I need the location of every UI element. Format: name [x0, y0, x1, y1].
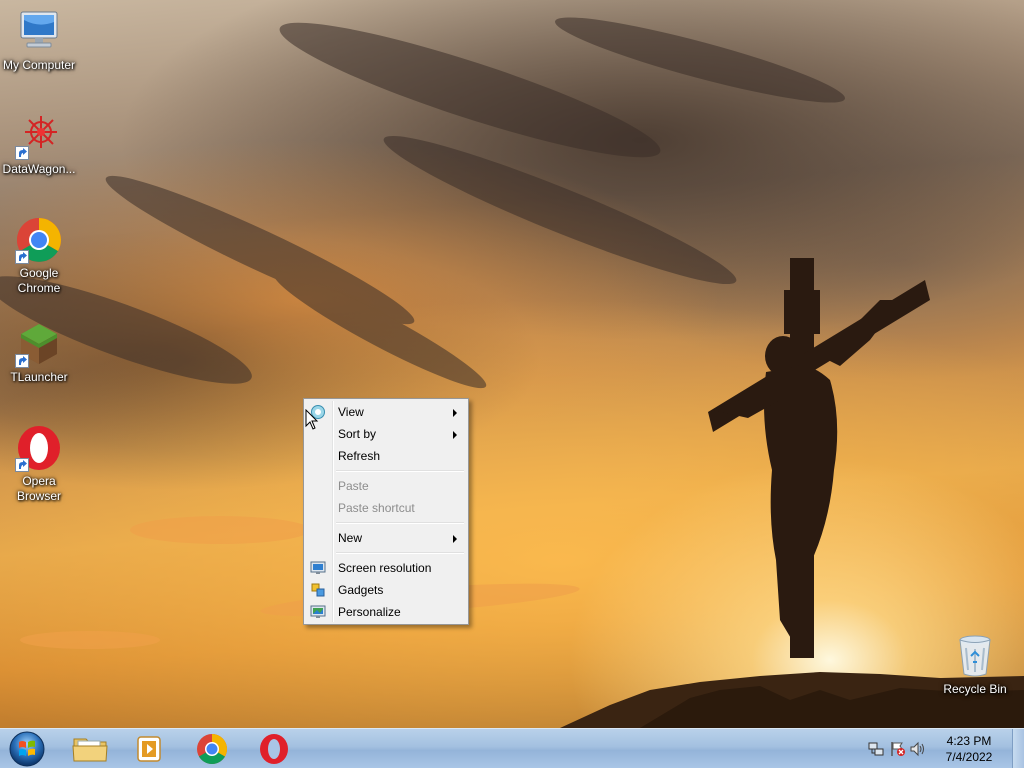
desktop-icon-label: Opera Browser [16, 474, 61, 503]
menu-item-sort-by[interactable]: Sort by [306, 423, 466, 445]
tlauncher-icon [15, 320, 63, 368]
shortcut-arrow-icon [15, 354, 29, 368]
desktop-icon-opera-browser[interactable]: Opera Browser [0, 424, 78, 504]
network-icon[interactable] [868, 741, 884, 757]
opera-icon [260, 734, 288, 764]
taskbar-button-google-chrome[interactable] [184, 731, 240, 767]
show-desktop-button[interactable] [1012, 729, 1024, 768]
shortcut-arrow-icon [15, 146, 29, 160]
start-button[interactable] [4, 730, 50, 768]
clock[interactable]: 4:23 PM 7/4/2022 [930, 733, 1008, 765]
desktop-icon-tlauncher[interactable]: TLauncher [0, 320, 78, 385]
shortcut-arrow-icon [15, 250, 29, 264]
menu-item-new[interactable]: New [306, 527, 466, 549]
opera-icon [15, 424, 63, 472]
desktop-icon-label: Google Chrome [17, 266, 61, 295]
folder-icon [72, 738, 108, 762]
desktop-icon-my-computer[interactable]: My Computer [0, 8, 78, 73]
menu-separator [336, 519, 466, 527]
monitor-icon [310, 560, 326, 576]
personalize-icon [310, 604, 326, 620]
menu-item-screen-resolution[interactable]: Screen resolution [306, 557, 466, 579]
volume-icon[interactable] [910, 741, 926, 757]
taskbar-button-opera[interactable] [246, 731, 302, 767]
shortcut-arrow-icon [15, 458, 29, 472]
desktop-icon-label: TLauncher [10, 370, 68, 384]
menu-item-label: Screen resolution [338, 561, 432, 575]
menu-item-gadgets[interactable]: Gadgets [306, 579, 466, 601]
menu-item-label: Personalize [338, 605, 401, 619]
datawagon-icon [15, 112, 63, 160]
menu-item-label: Paste [338, 479, 369, 493]
menu-item-label: Sort by [338, 427, 377, 441]
chrome-icon [197, 734, 228, 765]
menu-item-paste[interactable]: Paste [306, 475, 466, 497]
chrome-icon [15, 216, 63, 264]
clock-date: 7/4/2022 [945, 750, 993, 764]
menu-item-label: Paste shortcut [338, 501, 415, 515]
desktop-icon-recycle-bin[interactable]: Recycle Bin [936, 632, 1014, 697]
menu-item-personalize[interactable]: Personalize [306, 601, 466, 623]
menu-item-label: Refresh [338, 449, 381, 463]
menu-item-paste-shortcut[interactable]: Paste shortcut [306, 497, 466, 519]
menu-separator [336, 467, 466, 475]
gadgets-icon [310, 582, 326, 598]
system-tray: 4:23 PM 7/4/2022 [854, 729, 1024, 768]
desktop-icon-label: DataWagon... [2, 162, 76, 176]
computer-icon [15, 8, 63, 56]
clock-time: 4:23 PM [946, 734, 992, 748]
menu-item-label: New [338, 531, 363, 545]
recycle-bin-icon [951, 632, 999, 680]
taskbar: 4:23 PM 7/4/2022 [0, 728, 1024, 768]
desktop-icon-google-chrome[interactable]: Google Chrome [0, 216, 78, 296]
submenu-arrow-icon [453, 431, 457, 439]
menu-item-view[interactable]: View [306, 401, 466, 423]
menu-item-label: Gadgets [338, 583, 384, 597]
desktop-icon-label: Recycle Bin [943, 682, 1007, 696]
submenu-arrow-icon [453, 409, 457, 417]
action-center-icon[interactable] [890, 741, 906, 757]
taskbar-button-windows-explorer[interactable] [62, 731, 118, 767]
desktop-context-menu: View Sort by Refresh Paste Paste shortcu… [303, 398, 469, 625]
wallpaper-image [0, 17, 1024, 728]
menu-separator [336, 549, 466, 557]
desktop[interactable]: My Computer DataWagon... Google Chrome T… [0, 0, 1024, 728]
desktop-icon-datawagon[interactable]: DataWagon... [0, 112, 78, 177]
menu-item-refresh[interactable]: Refresh [306, 445, 466, 467]
desktop-icon-label: My Computer [2, 58, 76, 72]
submenu-arrow-icon [453, 535, 457, 543]
menu-item-label: View [338, 405, 364, 419]
taskbar-button-media-player[interactable] [122, 731, 178, 767]
mouse-cursor-icon [305, 409, 319, 430]
media-player-icon [137, 736, 161, 762]
